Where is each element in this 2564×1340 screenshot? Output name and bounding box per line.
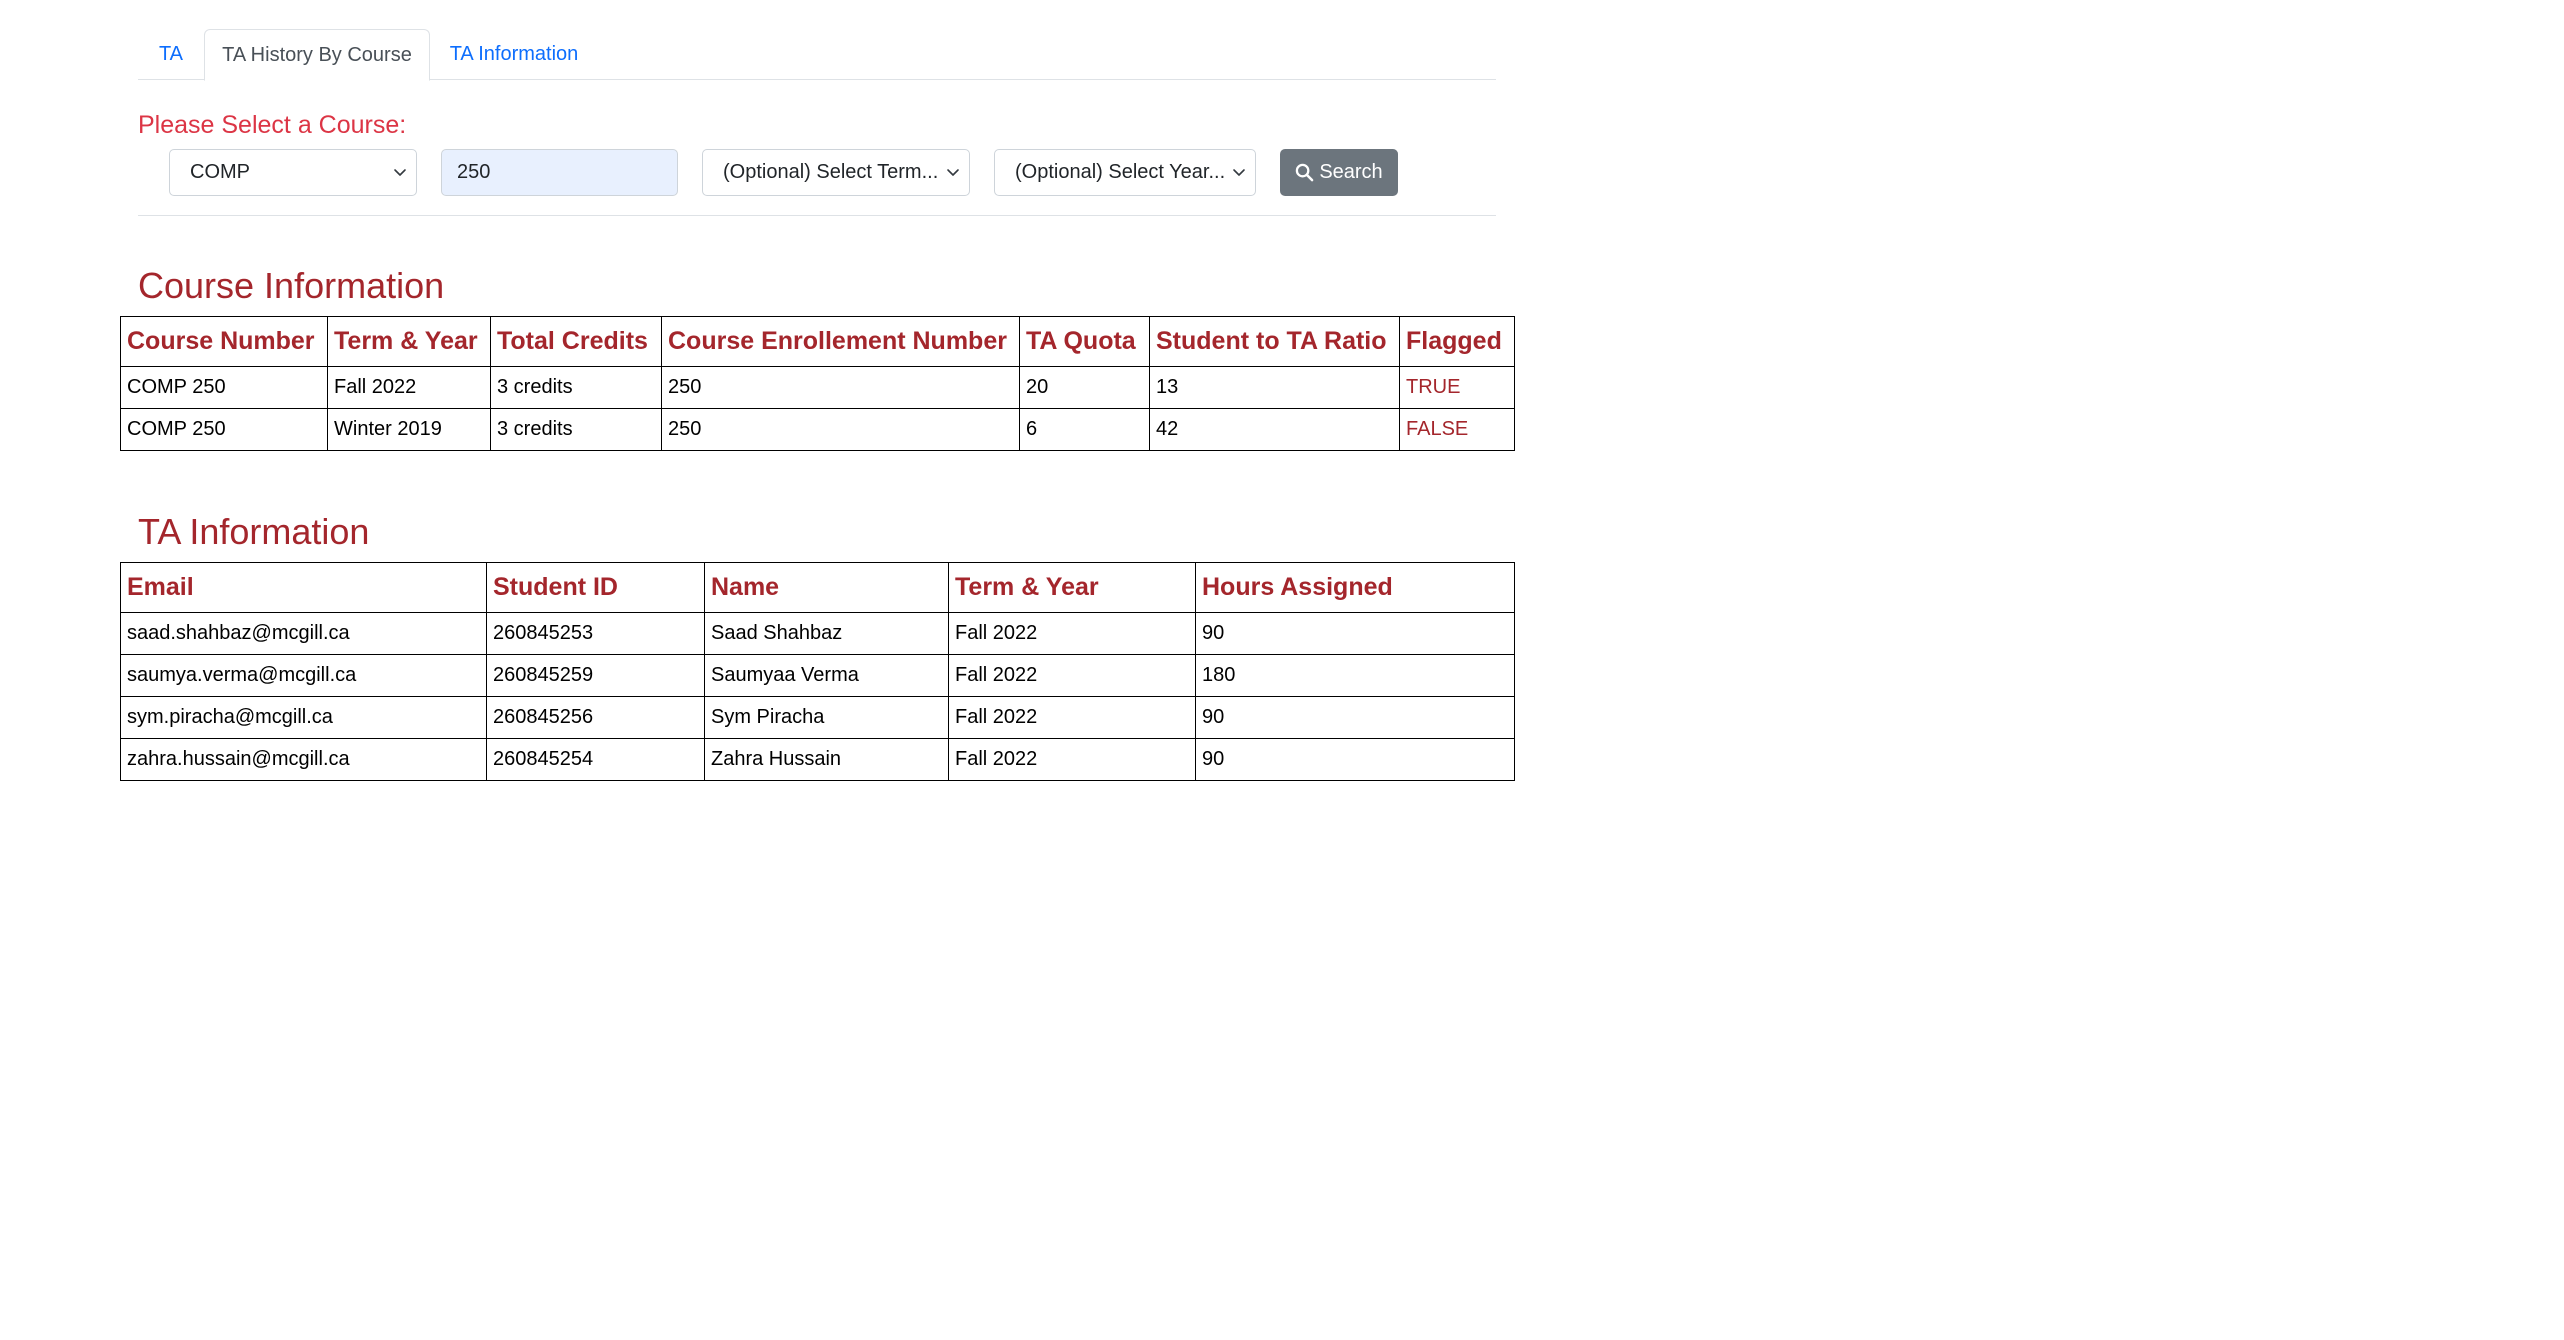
table-cell: COMP 250: [120, 366, 328, 409]
column-header: Name: [704, 562, 949, 613]
column-header: Course Enrollement Number: [661, 316, 1020, 367]
table-cell: saad.shahbaz@mcgill.ca: [120, 612, 487, 655]
flagged-cell: TRUE: [1399, 366, 1515, 409]
course-number-value: 250: [457, 161, 491, 183]
table-cell: COMP 250: [120, 408, 328, 451]
search-icon: [1296, 163, 1314, 182]
table-cell: 42: [1149, 408, 1400, 451]
course-information-table: Course Number Term & Year Total Credits …: [120, 316, 1515, 451]
search-button[interactable]: Search: [1280, 149, 1398, 196]
table-cell: 260845256: [486, 696, 705, 739]
table-row: saad.shahbaz@mcgill.ca 260845253 Saad Sh…: [120, 612, 1515, 655]
table-header-row: Course Number Term & Year Total Credits …: [120, 316, 1515, 367]
table-cell: zahra.hussain@mcgill.ca: [120, 738, 487, 781]
table-cell: 180: [1195, 654, 1515, 697]
table-cell: 3 credits: [490, 408, 662, 451]
table-header-row: Email Student ID Name Term & Year Hours …: [120, 562, 1515, 613]
table-cell: 250: [661, 366, 1020, 409]
tab-ta-history-by-course[interactable]: TA History By Course: [204, 29, 430, 81]
table-cell: Fall 2022: [948, 738, 1196, 781]
column-header: Hours Assigned: [1195, 562, 1515, 613]
table-cell: Zahra Hussain: [704, 738, 949, 781]
tab-ta-information[interactable]: TA Information: [430, 29, 598, 80]
column-header: Email: [120, 562, 487, 613]
table-cell: Fall 2022: [948, 654, 1196, 697]
ta-information-heading: TA Information: [138, 511, 370, 552]
select-course-prompt: Please Select a Course:: [138, 111, 407, 139]
course-number-input[interactable]: 250: [441, 149, 678, 196]
table-cell: Fall 2022: [948, 612, 1196, 655]
year-select-placeholder: (Optional) Select Year...: [1015, 161, 1226, 183]
table-cell: Saumyaa Verma: [704, 654, 949, 697]
column-header: Student ID: [486, 562, 705, 613]
column-header: Course Number: [120, 316, 328, 367]
column-header: Student to TA Ratio: [1149, 316, 1400, 367]
year-select[interactable]: (Optional) Select Year...: [994, 149, 1256, 196]
column-header: TA Quota: [1019, 316, 1150, 367]
column-header: Flagged: [1399, 316, 1515, 367]
divider: [138, 215, 1496, 216]
term-select-placeholder: (Optional) Select Term...: [723, 161, 939, 183]
column-header: Total Credits: [490, 316, 662, 367]
table-cell: sym.piracha@mcgill.ca: [120, 696, 487, 739]
table-row: zahra.hussain@mcgill.ca 260845254 Zahra …: [120, 738, 1515, 781]
table-cell: 6: [1019, 408, 1150, 451]
term-select[interactable]: (Optional) Select Term...: [702, 149, 970, 196]
table-cell: 260845254: [486, 738, 705, 781]
tab-ta[interactable]: TA: [138, 29, 204, 80]
department-select-value: COMP: [190, 161, 250, 183]
table-cell: Fall 2022: [327, 366, 491, 409]
table-cell: 90: [1195, 612, 1515, 655]
search-button-label: Search: [1319, 161, 1383, 183]
table-cell: 20: [1019, 366, 1150, 409]
table-cell: 3 credits: [490, 366, 662, 409]
flagged-cell: FALSE: [1399, 408, 1515, 451]
table-row: saumya.verma@mcgill.ca 260845259 Saumyaa…: [120, 654, 1515, 697]
table-row: COMP 250 Fall 2022 3 credits 250 20 13 T…: [120, 366, 1515, 409]
table-cell: 250: [661, 408, 1020, 451]
department-select[interactable]: COMP: [169, 149, 417, 196]
table-cell: Winter 2019: [327, 408, 491, 451]
table-cell: Saad Shahbaz: [704, 612, 949, 655]
chevron-down-icon: [1233, 169, 1245, 176]
table-cell: 90: [1195, 696, 1515, 739]
table-cell: 260845253: [486, 612, 705, 655]
table-row: sym.piracha@mcgill.ca 260845256 Sym Pira…: [120, 696, 1515, 739]
chevron-down-icon: [947, 169, 959, 176]
course-information-heading: Course Information: [138, 265, 445, 306]
table-row: COMP 250 Winter 2019 3 credits 250 6 42 …: [120, 408, 1515, 451]
table-cell: 13: [1149, 366, 1400, 409]
column-header: Term & Year: [327, 316, 491, 367]
table-cell: Fall 2022: [948, 696, 1196, 739]
chevron-down-icon: [394, 169, 406, 176]
table-cell: 260845259: [486, 654, 705, 697]
table-cell: saumya.verma@mcgill.ca: [120, 654, 487, 697]
table-cell: Sym Piracha: [704, 696, 949, 739]
ta-information-table: Email Student ID Name Term & Year Hours …: [120, 562, 1515, 781]
nav-tabs: TA TA History By Course TA Information: [138, 29, 1496, 81]
table-cell: 90: [1195, 738, 1515, 781]
column-header: Term & Year: [948, 562, 1196, 613]
